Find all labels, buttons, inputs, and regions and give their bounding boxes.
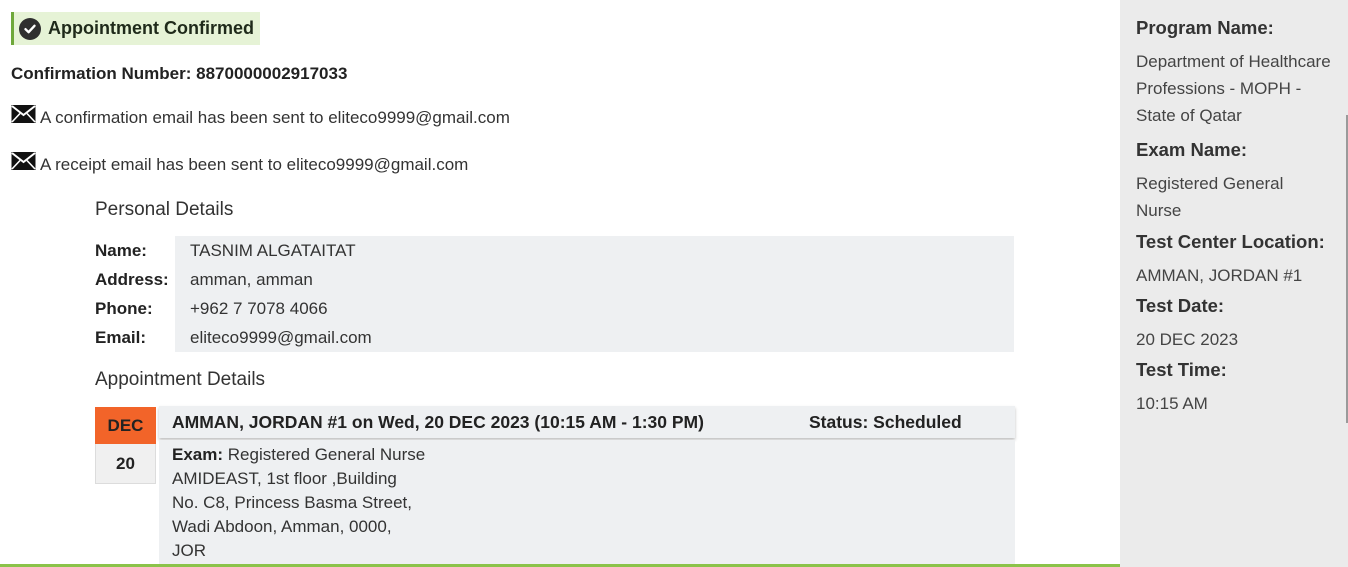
calendar-day: 20: [95, 444, 156, 484]
confirmation-email-text: A confirmation email has been sent to el…: [40, 108, 510, 127]
exam-line: Exam: Registered General Nurse: [172, 443, 1015, 467]
test-time-value: 10:15 AM: [1136, 394, 1208, 413]
confirmation-email-notice: A confirmation email has been sent to el…: [11, 105, 510, 128]
personal-details-values: TASNIM ALGATAITAT amman, amman +962 7 70…: [175, 236, 1014, 352]
confirmation-number-value: 8870000002917033: [196, 64, 348, 83]
receipt-email-notice: A receipt email has been sent to eliteco…: [11, 152, 469, 175]
personal-details-labels: Name: Address: Phone: Email:: [95, 236, 175, 352]
program-name-value: Department of Healthcare Professions - M…: [1136, 52, 1331, 125]
exam-label: Exam:: [172, 445, 224, 464]
test-center-address-line: Wadi Abdoon, Amman, 0000,: [172, 517, 392, 536]
exam-name-value: Registered General Nurse: [1136, 174, 1284, 220]
confirmation-banner: Appointment Confirmed: [11, 12, 260, 45]
status-badge: Status: Scheduled: [809, 412, 962, 432]
envelope-icon: [11, 104, 36, 124]
calendar-date-badge: DEC 20: [95, 407, 156, 484]
appointment-summary-bar: AMMAN, JORDAN #1 on Wed, 20 DEC 2023 (10…: [159, 406, 1015, 438]
test-center-address-line: No. C8, Princess Basma Street,: [172, 493, 412, 512]
email-value: eliteco9999@gmail.com: [190, 328, 372, 347]
exam-value: Registered General Nurse: [227, 445, 426, 464]
main-content: Appointment Confirmed Confirmation Numbe…: [0, 0, 1120, 567]
test-time-label: Test Time:: [1136, 359, 1227, 380]
check-circle-icon: [19, 17, 41, 40]
test-date-value: 20 DEC 2023: [1136, 330, 1239, 349]
summary-sidebar: Program Name: Department of Healthcare P…: [1120, 0, 1348, 567]
test-center-location-label: Test Center Location:: [1136, 231, 1325, 252]
email-label: Email:: [95, 328, 147, 347]
address-label: Address:: [95, 270, 169, 289]
banner-title: Appointment Confirmed: [48, 18, 254, 38]
phone-label: Phone:: [95, 299, 153, 318]
test-center-address-line: AMIDEAST, 1st floor ,Building: [172, 469, 397, 488]
exam-name-label: Exam Name:: [1136, 139, 1248, 160]
address-value: amman, amman: [190, 270, 313, 289]
appointment-detail-panel: Exam: Registered General Nurse AMIDEAST,…: [159, 440, 1015, 567]
calendar-month: DEC: [95, 407, 156, 444]
name-value: TASNIM ALGATAITAT: [190, 241, 356, 260]
test-center-location-value: AMMAN, JORDAN #1: [1136, 266, 1303, 285]
appointment-details-heading: Appointment Details: [95, 369, 266, 390]
phone-value: +962 7 7078 4066: [190, 299, 328, 318]
program-name-label: Program Name:: [1136, 17, 1274, 38]
personal-details-heading: Personal Details: [95, 199, 234, 220]
appointment-summary: AMMAN, JORDAN #1 on Wed, 20 DEC 2023 (10…: [172, 411, 704, 432]
confirmation-number-label: Confirmation Number:: [11, 64, 192, 83]
confirmation-number: Confirmation Number: 8870000002917033: [11, 64, 347, 84]
test-center-address-line: JOR: [172, 541, 206, 560]
receipt-email-text: A receipt email has been sent to eliteco…: [40, 155, 469, 174]
name-label: Name:: [95, 241, 147, 260]
test-date-label: Test Date:: [1136, 295, 1225, 316]
envelope-icon: [11, 151, 36, 171]
